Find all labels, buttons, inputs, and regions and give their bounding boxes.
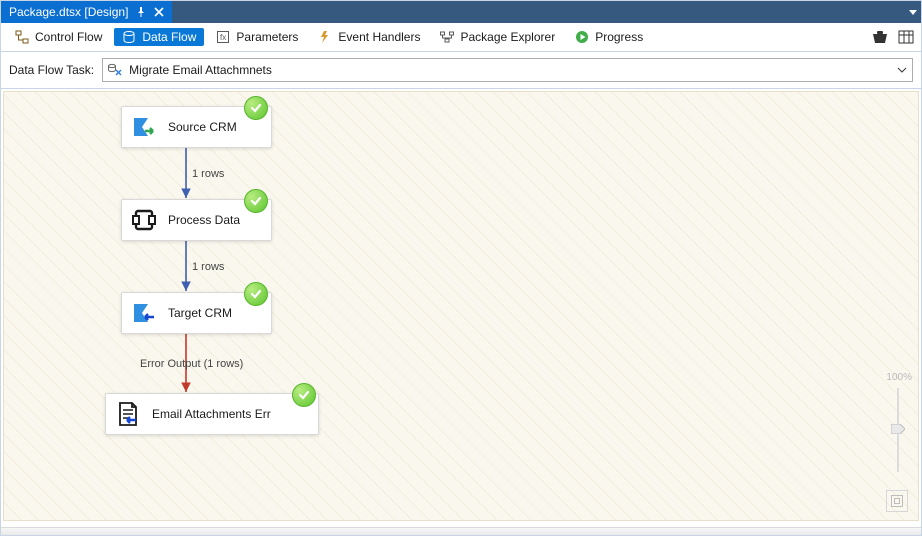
zoom-label: 100% [886,372,912,383]
tab-label: Progress [595,30,643,44]
tab-parameters[interactable]: fx Parameters [208,28,306,46]
document-tab[interactable]: Package.dtsx [Design] [1,1,172,23]
control-flow-icon [15,30,29,44]
status-success-icon [244,282,268,306]
tab-label: Control Flow [35,30,102,44]
package-explorer-icon [440,30,454,44]
tab-control-flow[interactable]: Control Flow [7,28,110,46]
designer-tabs: Control Flow Data Flow fx Parameters Eve… [1,23,921,52]
node-label: Email Attachments Err [152,407,271,421]
task-row-label: Data Flow Task: [9,63,94,77]
task-select-value: Migrate Email Attachmnets [129,63,272,77]
zoom-slider-thumb[interactable] [891,424,905,434]
close-icon[interactable] [154,7,164,17]
node-label: Process Data [168,213,240,227]
tab-data-flow[interactable]: Data Flow [114,28,204,46]
document-tab-label: Package.dtsx [Design] [9,5,128,19]
status-success-icon [244,189,268,213]
canvas-wrap: 1 rows 1 rows Error Output (1 rows) Sour… [1,88,921,527]
status-success-icon [244,96,268,120]
script-component-icon [130,206,158,234]
tab-label: Parameters [236,30,298,44]
tab-label: Event Handlers [338,30,420,44]
horizontal-scrollbar[interactable] [1,527,921,535]
crm-destination-icon [130,299,158,327]
link-label: 1 rows [192,168,224,180]
event-handlers-icon [318,30,332,44]
designer-window: { "title_tab": { "label": "Package.dtsx … [0,0,922,536]
link-label: Error Output (1 rows) [140,358,243,370]
right-gutter: 100% [882,92,914,520]
window-menu-icon[interactable] [905,1,921,23]
tab-package-explorer[interactable]: Package Explorer [432,28,563,46]
pin-icon[interactable] [136,7,146,17]
status-success-icon [292,383,316,407]
node-label: Target CRM [168,306,232,320]
tab-event-handlers[interactable]: Event Handlers [310,28,428,46]
flatfile-destination-icon [114,400,142,428]
task-select[interactable]: Migrate Email Attachmnets [102,58,913,82]
fit-to-screen-icon[interactable] [886,490,908,512]
crm-source-icon [130,113,158,141]
link-label: 1 rows [192,261,224,273]
tab-label: Package Explorer [460,30,555,44]
node-email-attachments-err[interactable]: Email Attachments Err [105,393,319,435]
title-bar-spacer [172,1,905,23]
progress-icon [575,30,589,44]
node-label: Source CRM [168,120,237,134]
data-flow-icon [122,30,136,44]
design-canvas[interactable]: 1 rows 1 rows Error Output (1 rows) Sour… [3,91,919,521]
tab-progress[interactable]: Progress [567,28,651,46]
dataflow-task-icon [107,62,123,78]
chevron-down-icon[interactable] [894,61,910,79]
document-tab-bar: Package.dtsx [Design] [1,1,921,23]
parameters-icon: fx [216,30,230,44]
toolbox-icon[interactable] [871,28,889,46]
zoom-slider-track[interactable] [897,388,899,472]
task-row: Data Flow Task: Migrate Email Attachmnet… [1,52,921,88]
variables-icon[interactable] [897,28,915,46]
svg-text:fx: fx [220,33,226,42]
tab-label: Data Flow [142,30,196,44]
